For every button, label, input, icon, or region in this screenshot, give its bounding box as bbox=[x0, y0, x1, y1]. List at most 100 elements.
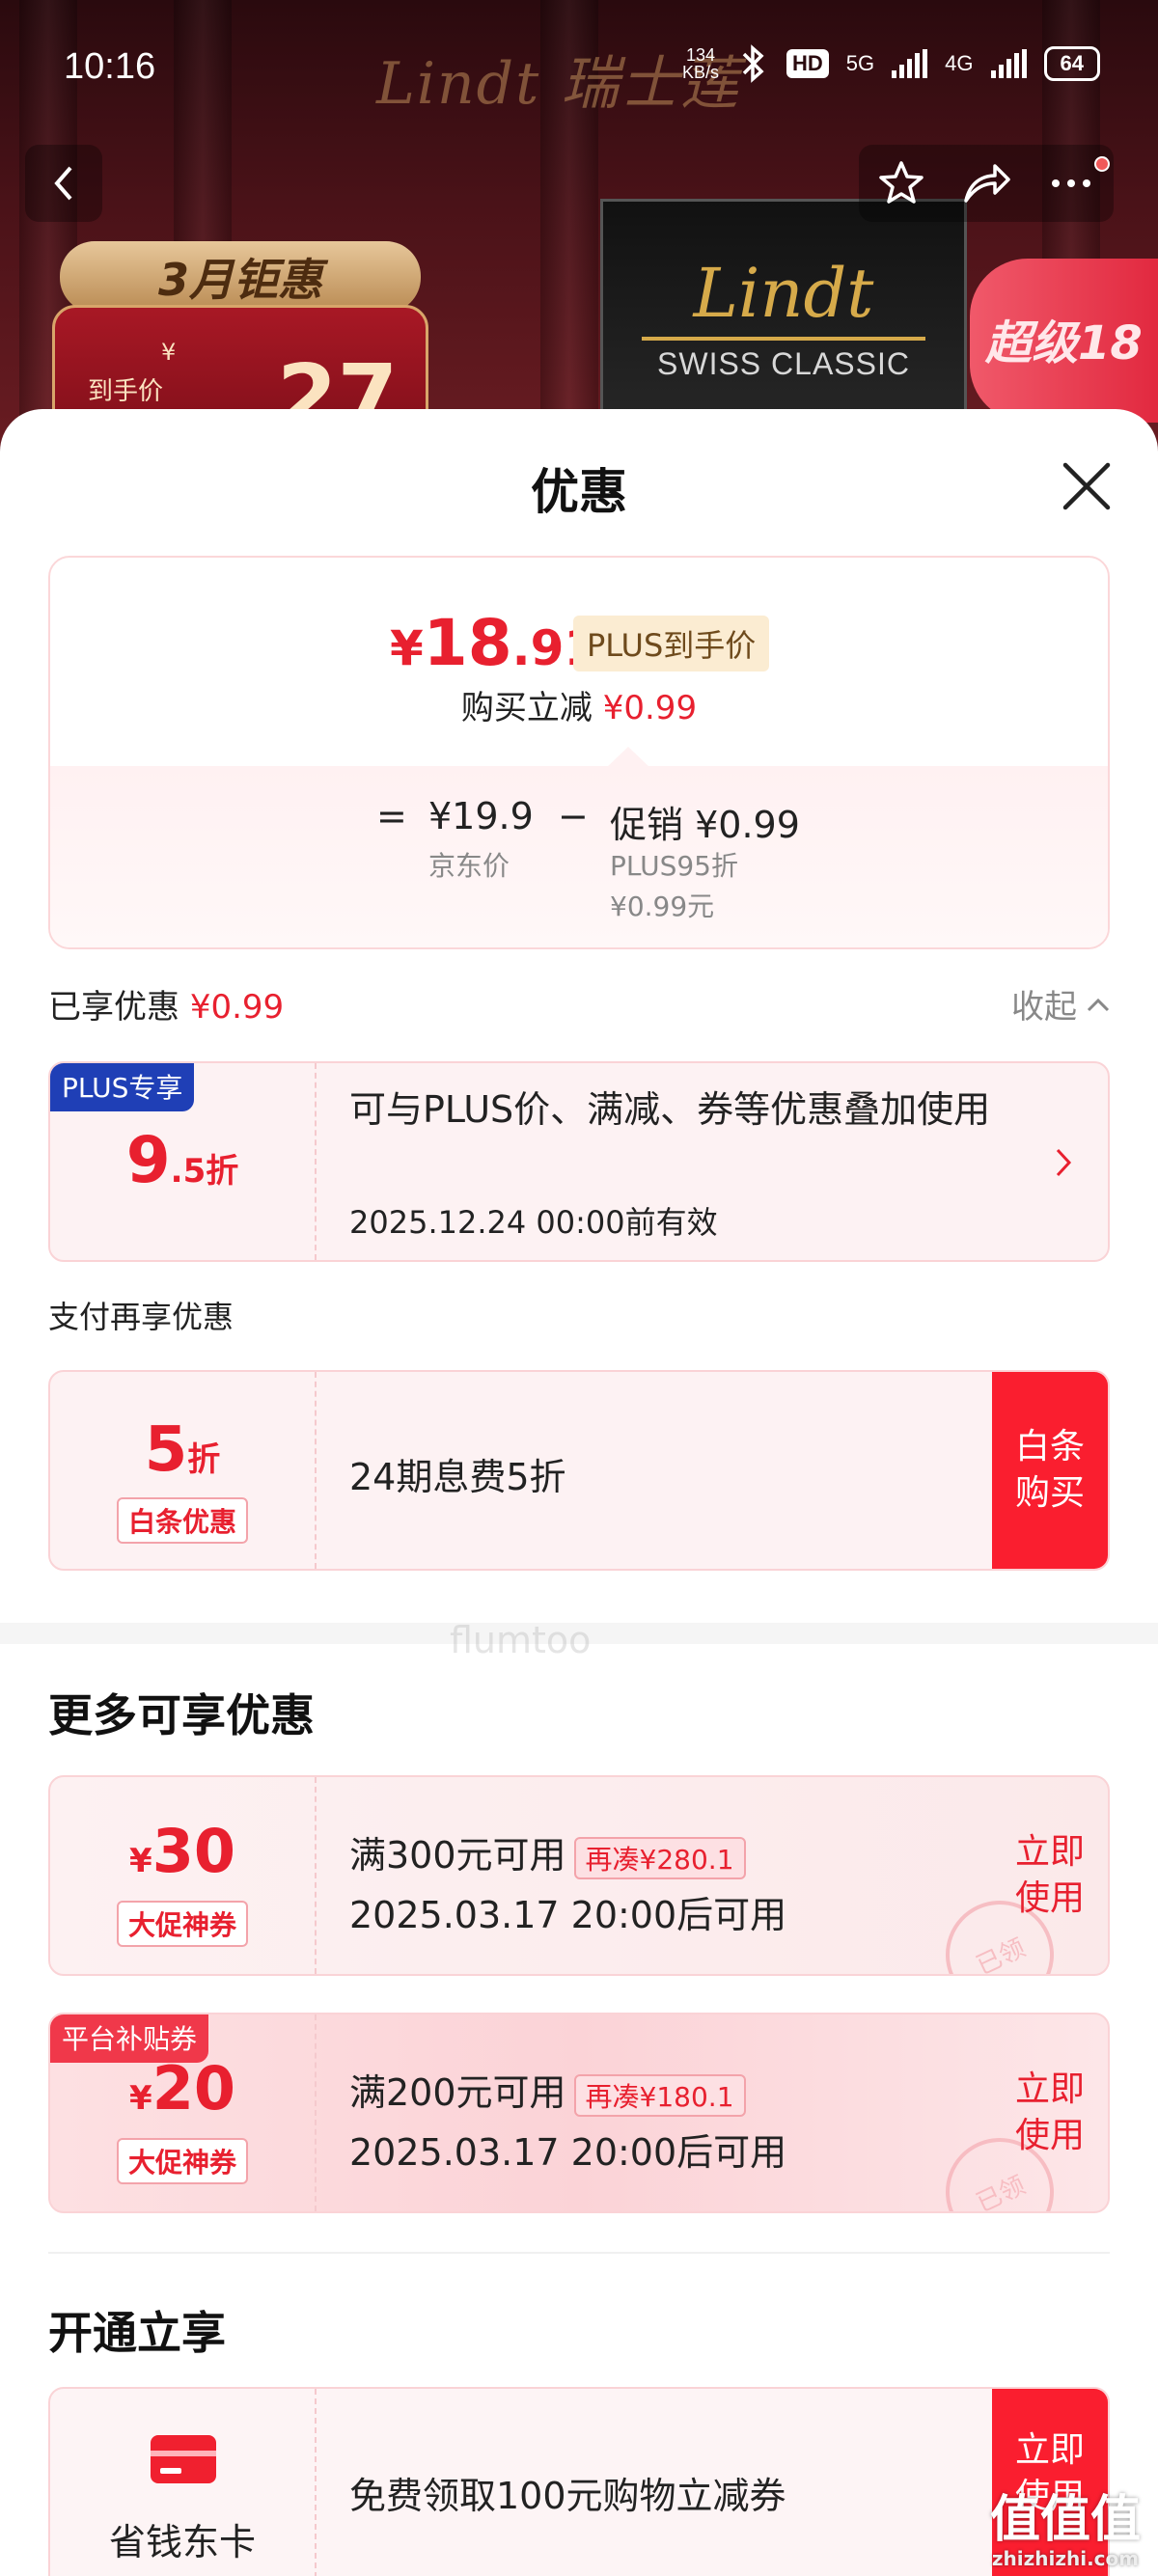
promo-discount-label: 促销 bbox=[610, 804, 684, 846]
coupon-date: 2025.03.17 20:00后可用 bbox=[349, 1894, 787, 1936]
product-subtitle: SWISS CLASSIC bbox=[657, 346, 910, 381]
baitiao-pill: 白条优惠 bbox=[116, 1497, 248, 1544]
signal-icon bbox=[892, 49, 928, 78]
plus-coupon-desc: 可与PLUS价、满减、券等优惠叠加使用 bbox=[349, 1088, 991, 1131]
star-icon[interactable] bbox=[876, 158, 926, 208]
back-button[interactable] bbox=[25, 145, 102, 222]
faint-watermark: flumtoo bbox=[450, 1619, 592, 1661]
card-icon bbox=[151, 2435, 216, 2483]
coupon-amount: ¥20 bbox=[50, 2053, 315, 2124]
minus-sign: − bbox=[558, 795, 589, 837]
final-price-yen: ¥ bbox=[390, 620, 424, 676]
coupon-date: 2025.03.17 20:00后可用 bbox=[349, 2131, 787, 2174]
coupon-pill: 大促神券 bbox=[116, 2138, 248, 2184]
signal-icon bbox=[990, 49, 1027, 78]
jd-price: ¥19.9 bbox=[428, 795, 534, 837]
discount-sheet: 优惠 ¥ 18 .91 PLUS到手价 购买立减 ¥0.99 = ¥19.9 京… bbox=[0, 409, 1158, 2576]
plus-discount-small: .5折 bbox=[170, 1152, 239, 1191]
use-now-label: 立即使用 bbox=[1014, 2069, 1085, 2155]
jd-card-name: 省钱东卡 bbox=[108, 2521, 256, 2563]
instant-discount: 购买立减 ¥0.99 bbox=[50, 681, 1108, 728]
coupon-pill: 大促神券 bbox=[116, 1901, 248, 1947]
jd-card-desc: 免费领取100元购物立减券 bbox=[349, 2475, 786, 2517]
sheet-title: 优惠 bbox=[531, 464, 627, 520]
plus-discount-big: 9 bbox=[125, 1123, 171, 1197]
plus-exclusive-tag: PLUS专享 bbox=[50, 1063, 195, 1111]
use-now-button[interactable]: 立即使用 bbox=[992, 2014, 1108, 2211]
coupon-condition: 满200元可用 再凑¥180.1 bbox=[349, 2063, 746, 2117]
baitiao-discount-value: 5折 bbox=[50, 1414, 315, 1486]
promo-label: 到手价 bbox=[88, 377, 164, 406]
bluetooth-icon bbox=[742, 44, 764, 83]
pointer-notch bbox=[606, 747, 650, 768]
price-summary-card: ¥ 18 .91 PLUS到手价 购买立减 ¥0.99 = ¥19.9 京东价 … bbox=[48, 556, 1110, 949]
use-now-label: 立即使用 bbox=[1014, 1832, 1085, 1918]
baitiao-pill-wrap: 白条优惠 bbox=[50, 1497, 315, 1544]
baitiao-discount-big: 5 bbox=[144, 1414, 188, 1486]
chevron-up-icon bbox=[1087, 998, 1110, 1011]
network-5g-label: 5G bbox=[845, 51, 875, 75]
coupon-card[interactable]: ¥30 大促神券 满300元可用 再凑¥280.1 2025.03.17 20:0… bbox=[48, 1775, 1110, 1976]
status-bar: 10:16 134 KB/s HD 5G 4G 64 bbox=[0, 0, 1158, 135]
share-icon[interactable] bbox=[960, 158, 1012, 208]
coupon-extra-pill: 再凑¥180.1 bbox=[573, 2073, 746, 2117]
close-icon[interactable] bbox=[1058, 457, 1116, 515]
status-icons: 134 KB/s HD 5G 4G 64 bbox=[682, 44, 1100, 83]
coupon-pill-wrap: 大促神券 bbox=[50, 2138, 315, 2184]
enjoyed-value: ¥0.99 bbox=[189, 988, 285, 1027]
baitiao-buy-button[interactable]: 白条购买 bbox=[992, 1372, 1108, 1569]
promo-detail: PLUS95折 bbox=[610, 850, 738, 882]
chevron-right-icon bbox=[1056, 1148, 1072, 1177]
coupon-extra-pill: 再凑¥280.1 bbox=[573, 1836, 746, 1879]
more-icon[interactable] bbox=[1046, 158, 1096, 208]
final-price-integer: 18 bbox=[423, 606, 512, 680]
coupon-amount-value: 20 bbox=[152, 2053, 235, 2124]
coupon-divider bbox=[315, 2014, 317, 2211]
price-breakdown-area bbox=[50, 766, 1108, 947]
coupon-card[interactable]: 平台补贴券 ¥20 大促神券 满200元可用 再凑¥180.1 2025.03.1… bbox=[48, 2013, 1110, 2213]
status-time: 10:16 bbox=[64, 46, 156, 87]
product-logo: Lindt bbox=[693, 254, 874, 333]
enjoyed-label: 已享优惠 bbox=[48, 988, 179, 1027]
coupon-yen: ¥ bbox=[129, 2079, 152, 2118]
coupon-divider bbox=[315, 2389, 317, 2576]
coupon-divider bbox=[315, 1777, 317, 1974]
coupon-yen: ¥ bbox=[129, 1842, 152, 1880]
top-action-group bbox=[859, 145, 1114, 222]
jd-price-label: 京东价 bbox=[428, 850, 510, 882]
use-now-button[interactable]: 立即使用 bbox=[992, 1777, 1108, 1974]
coupon-amount-value: 30 bbox=[152, 1816, 235, 1886]
hd-voice-icon: HD bbox=[786, 49, 829, 78]
collapse-button[interactable]: 收起 bbox=[1011, 980, 1110, 1028]
product-logo-underline bbox=[642, 337, 925, 341]
coupon-condition-text: 满300元可用 bbox=[349, 1834, 566, 1877]
coupon-divider bbox=[315, 1063, 317, 1260]
instant-discount-label: 购买立减 bbox=[460, 689, 593, 727]
divider-line bbox=[48, 2252, 1110, 2254]
promo-yen: ¥ bbox=[161, 339, 177, 366]
promo-discount-value: ¥0.99 bbox=[695, 804, 800, 846]
super-promo-tag[interactable]: 超级18 bbox=[970, 259, 1158, 423]
coupon-condition-text: 满200元可用 bbox=[349, 2071, 566, 2114]
coupon-condition: 满300元可用 再凑¥280.1 bbox=[349, 1825, 746, 1879]
plus-discount-coupon[interactable]: PLUS专享 9.5折 可与PLUS价、满减、券等优惠叠加使用 2025.12.… bbox=[48, 1061, 1110, 1262]
battery-icon: 64 bbox=[1043, 46, 1100, 81]
open-heading: 开通立享 bbox=[48, 2307, 226, 2359]
collapse-label: 收起 bbox=[1011, 988, 1077, 1027]
baitiao-coupon[interactable]: 5折 白条优惠 24期息费5折 白条购买 bbox=[48, 1370, 1110, 1571]
equals-sign: = bbox=[376, 795, 407, 837]
network-speed-value: 134 bbox=[685, 45, 716, 65]
coupon-amount: ¥30 bbox=[50, 1816, 315, 1886]
network-4g-label: 4G bbox=[945, 51, 974, 75]
coupon-pill-wrap: 大促神券 bbox=[50, 1901, 315, 1947]
promo-tag: 3月钜惠 bbox=[60, 241, 421, 313]
plus-price-badge: PLUS到手价 bbox=[573, 616, 770, 671]
baitiao-discount-small: 折 bbox=[187, 1440, 221, 1479]
notification-dot bbox=[1094, 156, 1110, 172]
baitiao-desc: 24期息费5折 bbox=[349, 1456, 566, 1498]
jd-card-offer[interactable]: 省钱东卡 免费领取100元购物立减券 立即使用 bbox=[48, 2387, 1110, 2576]
promo-detail-amount: ¥0.99元 bbox=[610, 891, 715, 922]
promo-discount: 促销 ¥0.99 bbox=[610, 795, 800, 848]
network-speed-unit: KB/s bbox=[682, 63, 720, 82]
baitiao-buy-label: 白条购买 bbox=[1014, 1427, 1085, 1513]
